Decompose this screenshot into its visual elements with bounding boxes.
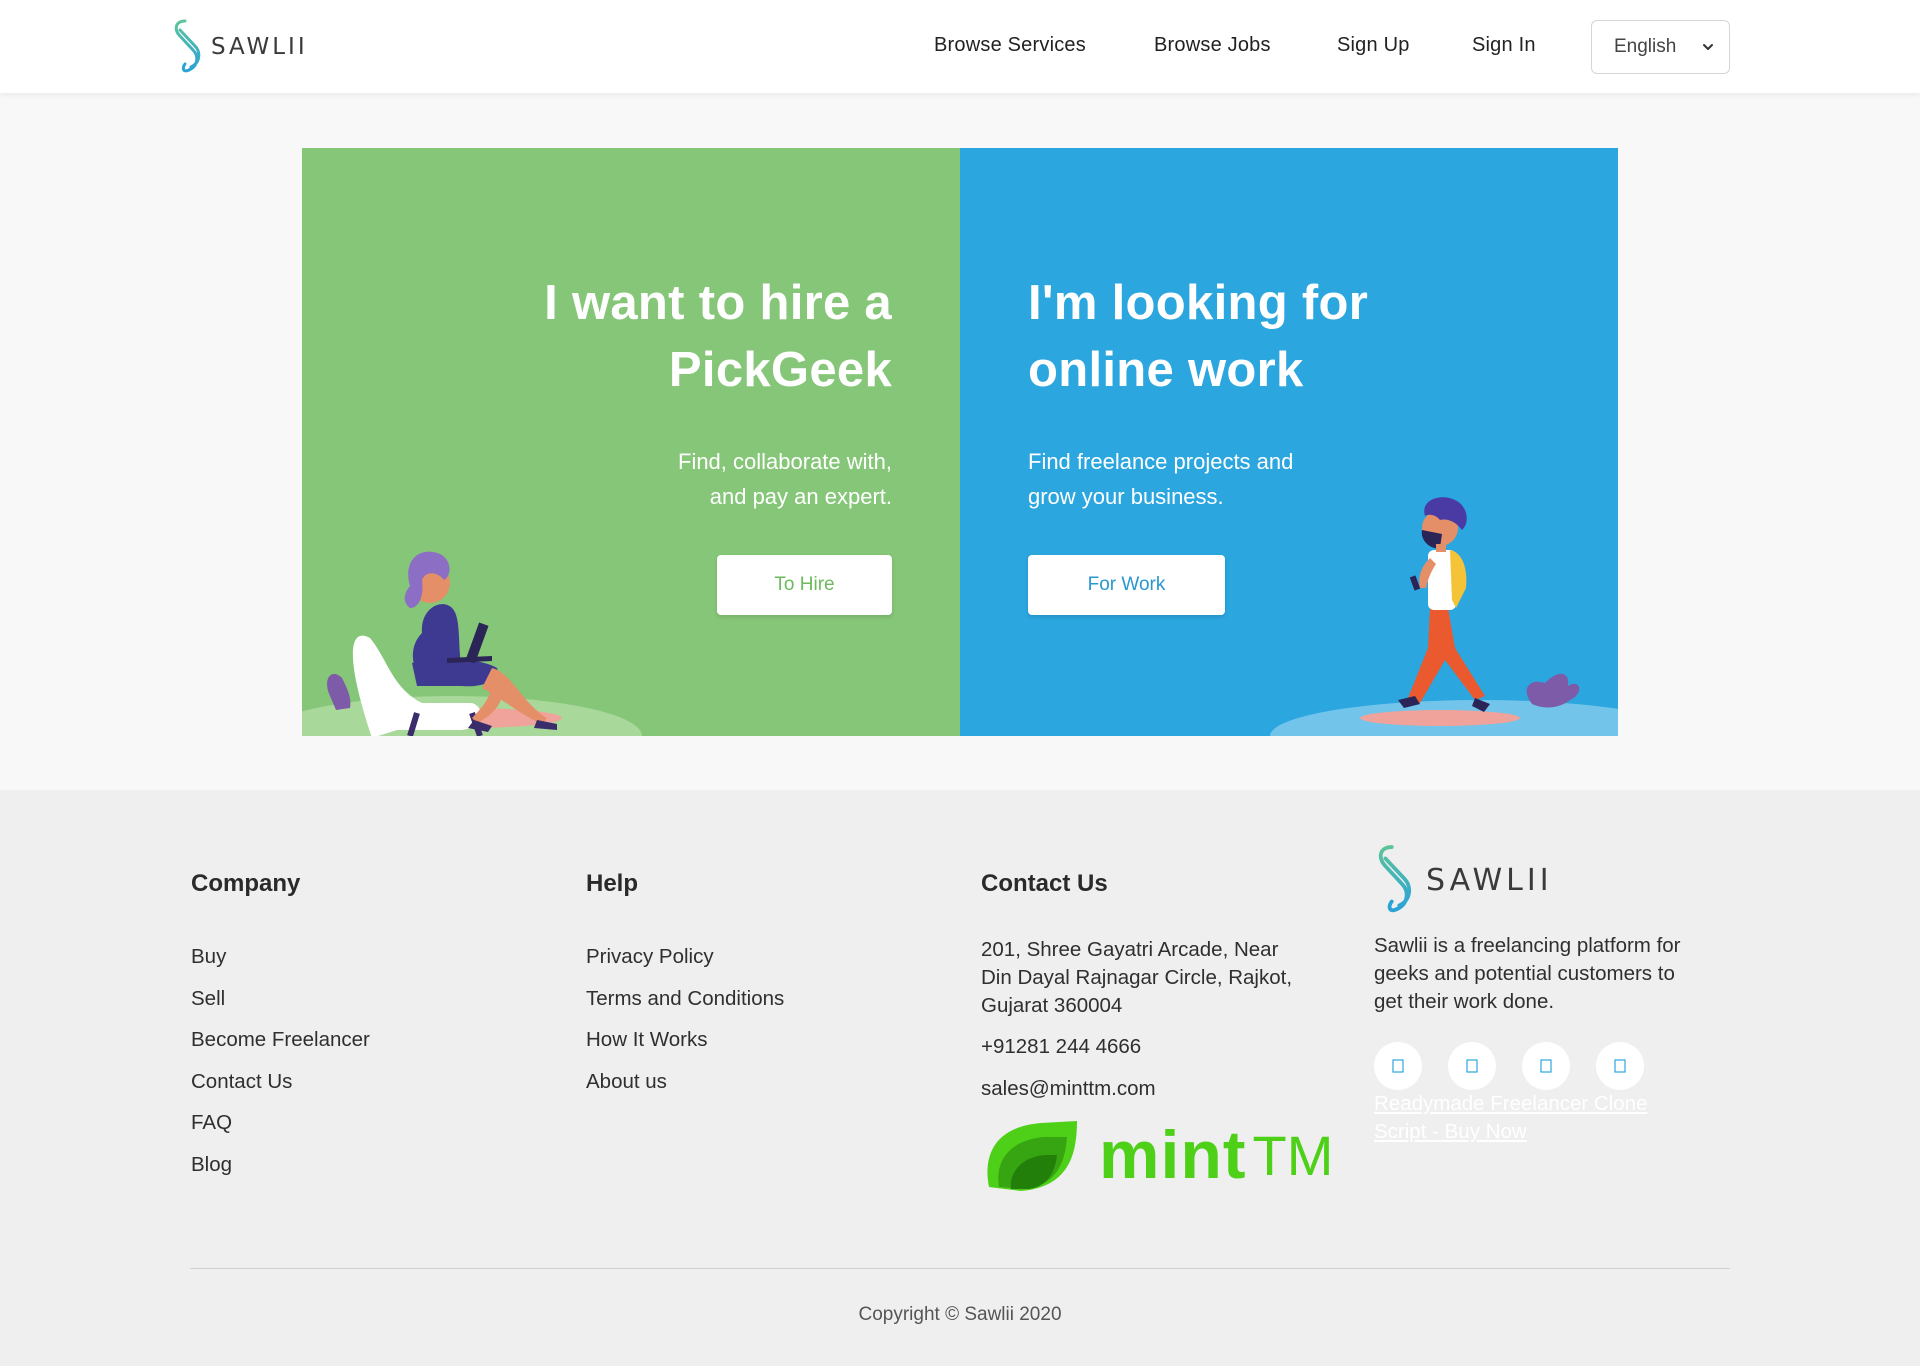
social-icon-1[interactable] xyxy=(1374,1042,1422,1090)
clone-script-link[interactable]: Readymade Freelancer Clone Script - Buy … xyxy=(1374,1090,1714,1146)
contact-heading: Contact Us xyxy=(981,870,1108,897)
sawlii-logo-icon xyxy=(1378,845,1412,913)
footer-link-buy[interactable]: Buy xyxy=(191,945,226,968)
work-description: Find freelance projects and grow your bu… xyxy=(1028,449,1294,509)
footer-logo[interactable]: SAWLII xyxy=(1374,842,1734,918)
footer-link-privacy-policy[interactable]: Privacy Policy xyxy=(586,945,714,968)
footer-divider xyxy=(190,1268,1730,1269)
sawlii-logo-icon xyxy=(174,19,201,73)
to-hire-button[interactable]: To Hire xyxy=(717,555,892,615)
nav-browse-services[interactable]: Browse Services xyxy=(934,34,1086,57)
mint-leaf-icon xyxy=(987,1121,1077,1191)
logo-text: SAWLII xyxy=(211,34,308,60)
contact-phone[interactable]: +91281 244 4666 xyxy=(981,1033,1341,1061)
work-panel: I'm looking for online work Find freelan… xyxy=(960,148,1618,736)
site-header: SAWLII Browse Services Browse Jobs Sign … xyxy=(0,0,1920,93)
footer-link-contact-us[interactable]: Contact Us xyxy=(191,1070,292,1093)
footer-brand-column: SAWLII Sawlii is a freelancing platform … xyxy=(1374,842,1734,1146)
footer-company-column: Company Buy Sell Become Freelancer Conta… xyxy=(191,870,370,1185)
footer-link-about-us[interactable]: About us xyxy=(586,1070,667,1093)
language-value: English xyxy=(1614,36,1677,57)
footer-link-sell[interactable]: Sell xyxy=(191,987,225,1010)
mint-tm-mark: TM xyxy=(1252,1123,1334,1187)
woman-laptop-illustration xyxy=(302,551,642,736)
language-select[interactable]: English xyxy=(1591,20,1730,74)
social-links xyxy=(1374,1042,1734,1090)
mint-wordmark: mint xyxy=(1099,1117,1247,1193)
footer-link-become-freelancer[interactable]: Become Freelancer xyxy=(191,1028,370,1051)
footer-link-faq[interactable]: FAQ xyxy=(191,1111,232,1134)
help-heading: Help xyxy=(586,870,639,897)
nav-sign-up[interactable]: Sign Up xyxy=(1337,34,1410,57)
contact-address: 201, Shree Gayatri Arcade, Near Din Daya… xyxy=(981,938,1293,1017)
company-heading: Company xyxy=(191,870,301,897)
footer-link-how-it-works[interactable]: How It Works xyxy=(586,1028,708,1051)
copyright-text: Copyright © Sawlii 2020 xyxy=(858,1304,1062,1325)
nav-sign-in[interactable]: Sign In xyxy=(1472,34,1536,57)
social-icon-4[interactable] xyxy=(1596,1042,1644,1090)
hire-description: Find, collaborate with, and pay an exper… xyxy=(678,449,892,509)
hire-heading: I want to hire a PickGeek xyxy=(544,276,892,397)
hero-section: I want to hire a PickGeek Find, collabor… xyxy=(302,148,1618,736)
about-text: Sawlii is a freelancing platform for gee… xyxy=(1374,934,1681,1013)
footer-help-column: Help Privacy Policy Terms and Conditions… xyxy=(586,870,784,1102)
site-logo[interactable]: SAWLII xyxy=(171,18,308,76)
man-walking-illustration xyxy=(1270,497,1618,736)
contact-email[interactable]: sales@minttm.com xyxy=(981,1075,1341,1103)
nav-browse-jobs[interactable]: Browse Jobs xyxy=(1154,34,1271,57)
footer-link-terms[interactable]: Terms and Conditions xyxy=(586,987,784,1010)
footer-contact-column: Contact Us 201, Shree Gayatri Arcade, Ne… xyxy=(981,870,1341,1193)
chevron-down-icon xyxy=(1703,44,1713,50)
hire-panel: I want to hire a PickGeek Find, collabor… xyxy=(302,148,960,736)
work-heading: I'm looking for online work xyxy=(1028,276,1369,397)
social-icon-2[interactable] xyxy=(1448,1042,1496,1090)
footer-link-blog[interactable]: Blog xyxy=(191,1153,232,1176)
mint-logo[interactable]: mint TM xyxy=(981,1117,1341,1193)
social-icon-3[interactable] xyxy=(1522,1042,1570,1090)
for-work-button[interactable]: For Work xyxy=(1028,555,1225,615)
site-footer: Company Buy Sell Become Freelancer Conta… xyxy=(0,790,1920,1366)
footer-logo-text: SAWLII xyxy=(1426,862,1553,898)
